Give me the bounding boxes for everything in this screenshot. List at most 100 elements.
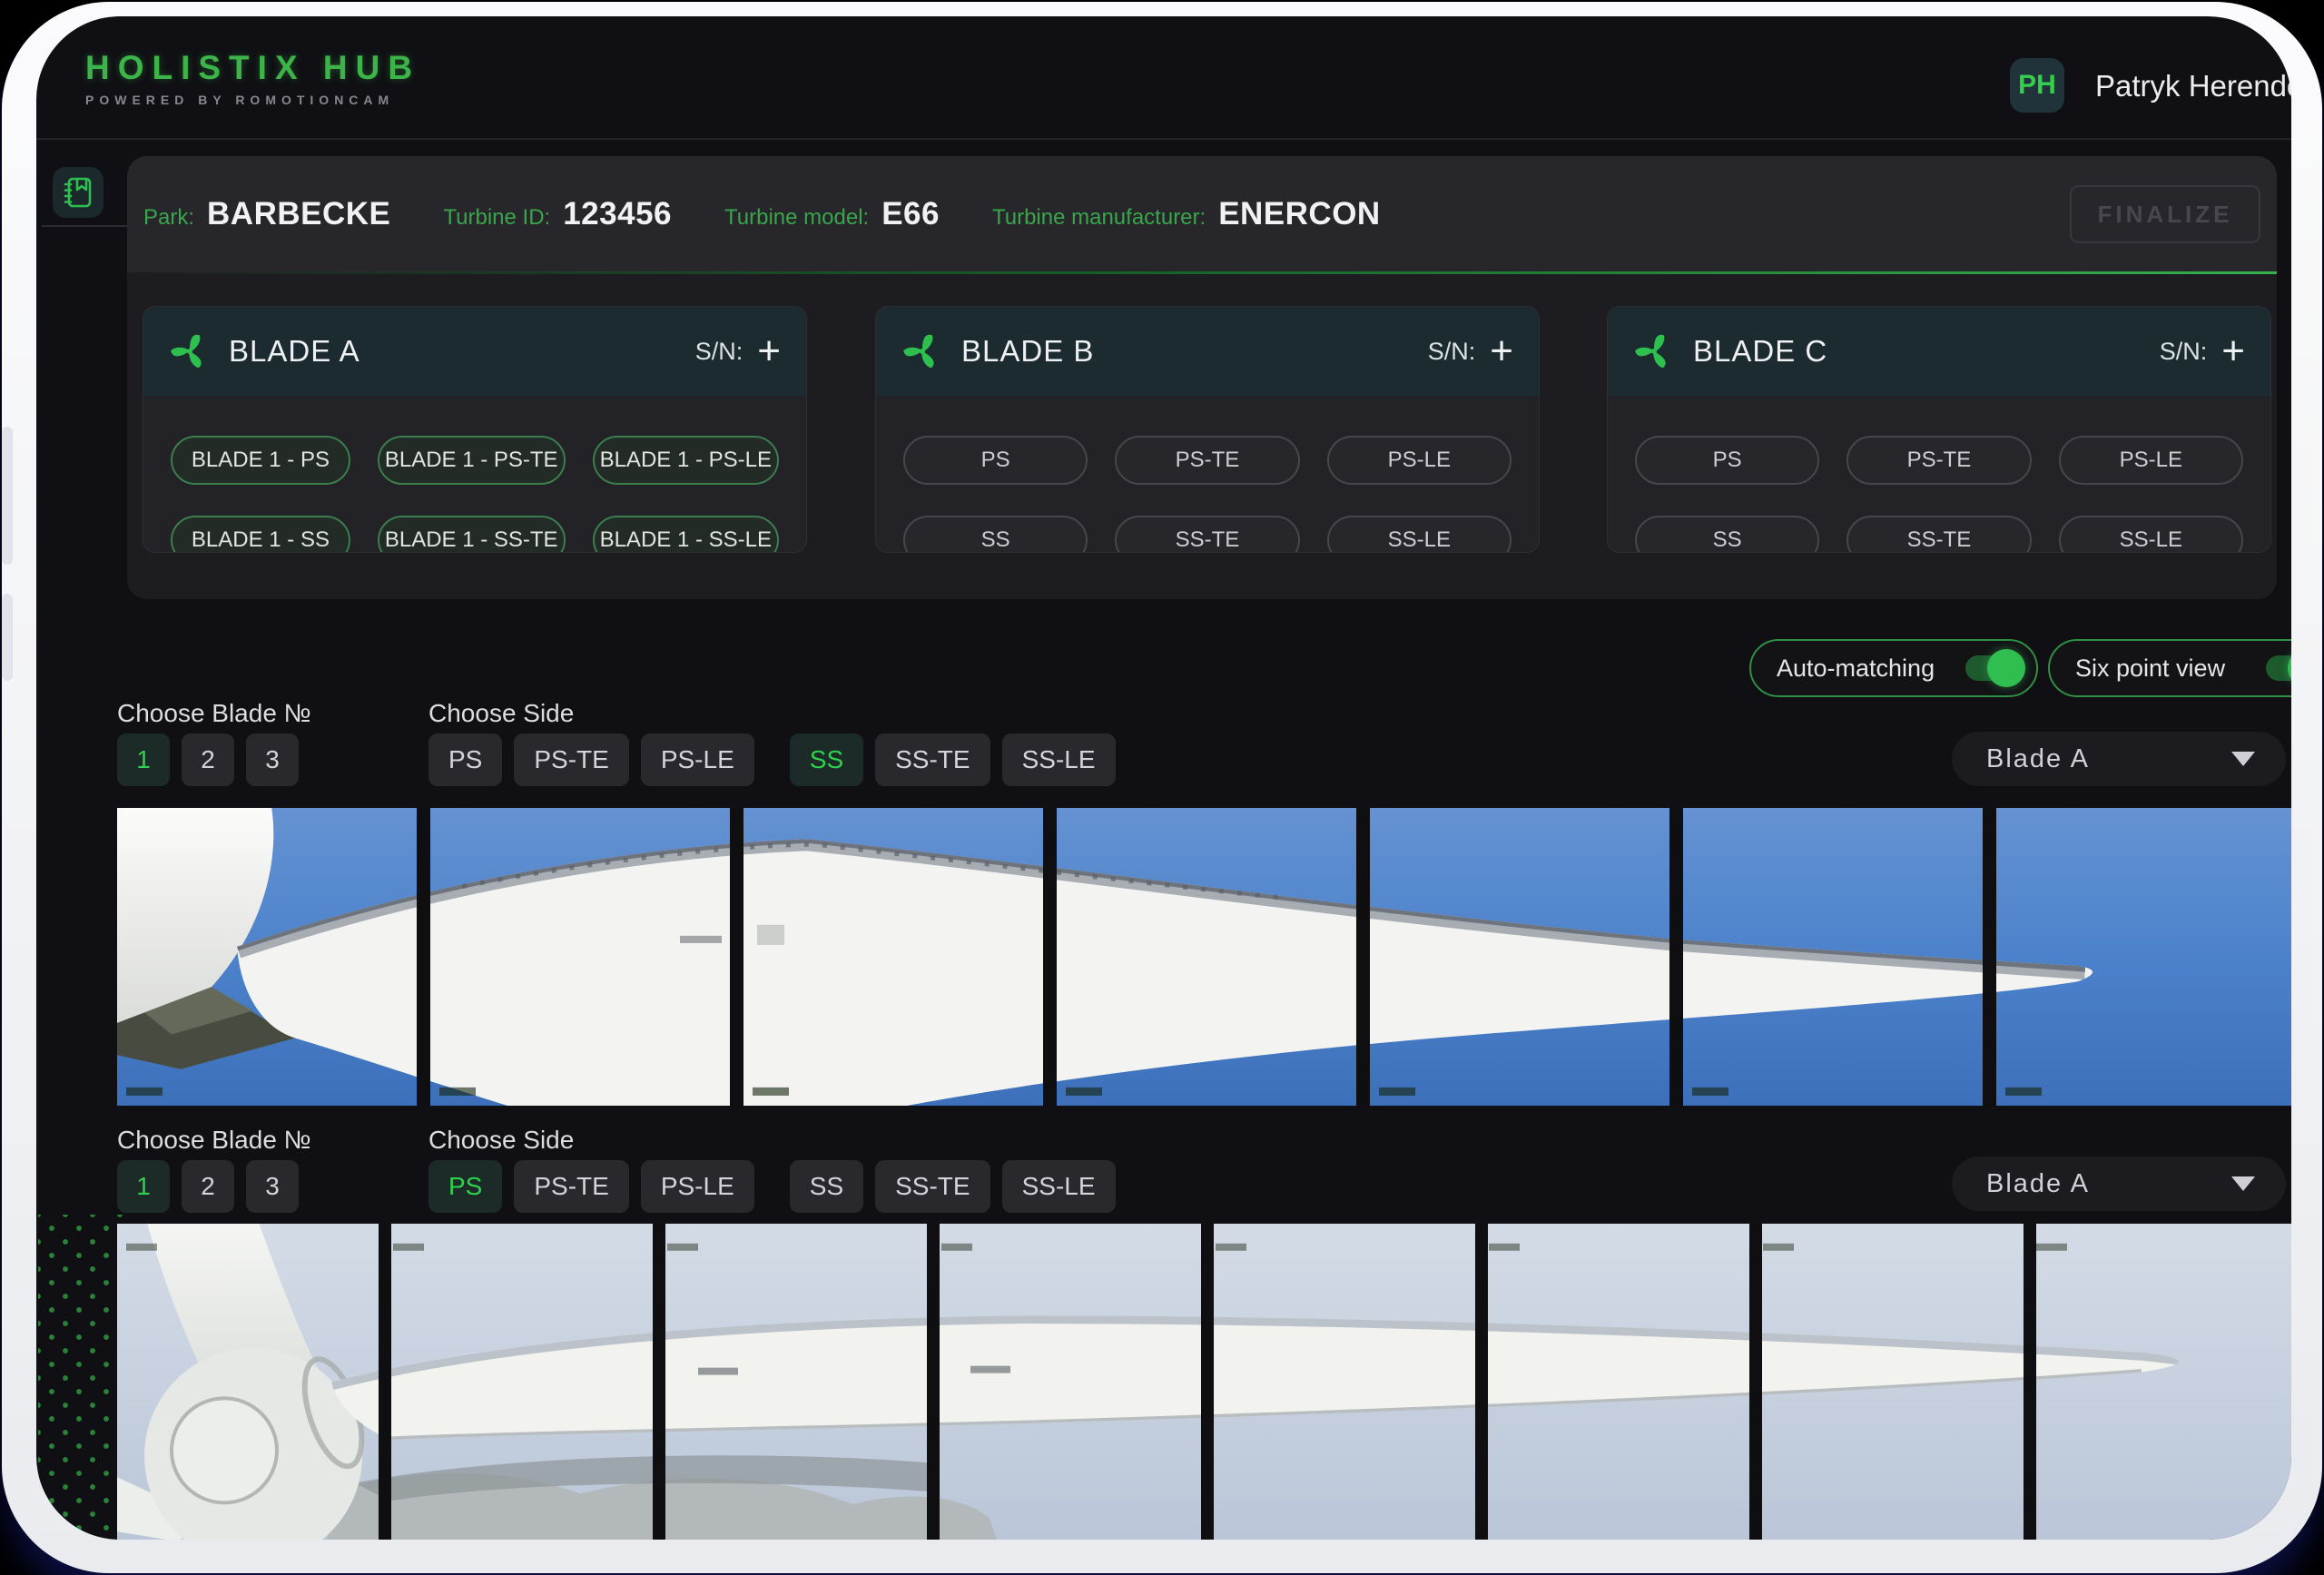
blade-chip-grid: PS PS-TE PS-LE SS SS-TE SS-LE [1608, 396, 2270, 553]
blade-number-button[interactable]: 1 [117, 1160, 170, 1213]
turbine-icon [901, 330, 943, 372]
dropdown-value: Blade A [1986, 1169, 2231, 1199]
tablet-side-button [2, 594, 13, 681]
chevron-down-icon [2231, 1176, 2255, 1191]
info-field-value: E66 [881, 196, 940, 232]
side-button[interactable]: PS-TE [514, 1160, 628, 1213]
blade-position-chip[interactable]: BLADE 1 - SS-TE [378, 516, 566, 553]
side-button[interactable]: PS [428, 733, 502, 786]
turbine-header-panel: Park: BARBECKE Turbine ID: 123456 Turbin… [127, 156, 2277, 599]
blade-position-chip[interactable]: PS-LE [2059, 436, 2243, 485]
blade-chip-grid: BLADE 1 - PS BLADE 1 - PS-TE BLADE 1 - PS-… [143, 396, 806, 553]
add-serial-button[interactable]: + [1490, 331, 1513, 371]
blade-position-chip[interactable]: SS-TE [1115, 516, 1299, 553]
blade-position-chip[interactable]: BLADE 1 - PS [171, 436, 350, 485]
side-button[interactable]: SS-LE [1002, 733, 1116, 786]
blade-position-chip[interactable]: SS [903, 516, 1088, 553]
chevron-down-icon [2231, 752, 2255, 766]
info-field-label: Turbine manufacturer: [992, 205, 1206, 231]
info-field-value: 123456 [563, 196, 672, 232]
turbine-icon [169, 330, 211, 372]
tile-gap-overlay [117, 1224, 2291, 1540]
topbar-divider [36, 138, 2291, 140]
side-button[interactable]: SS-TE [875, 733, 990, 786]
info-field-value: BARBECKE [207, 196, 390, 232]
side-button[interactable]: PS-LE [641, 733, 754, 786]
dropdown-value: Blade A [1986, 744, 2231, 774]
blade-position-chip[interactable]: SS-LE [1327, 516, 1512, 553]
user-avatar[interactable]: PH [2010, 58, 2064, 113]
app-screen: HOLISTIX HUB POWERED BY ROMOTIONCAM PH P… [36, 16, 2291, 1540]
side-buttons: PSPS-TEPS-LE SSSS-TESS-LE [428, 733, 1116, 786]
blade-position-chip[interactable]: PS [1635, 436, 1819, 485]
logo-subtitle: POWERED BY ROMOTIONCAM [85, 93, 420, 107]
serial-number-label: S/N: [1428, 338, 1476, 366]
auto-matching-toggle[interactable]: Auto-matching [1749, 639, 2038, 697]
info-field: Turbine manufacturer: ENERCON [992, 196, 1381, 232]
switch-knob [2288, 649, 2291, 687]
notebook-nav-button[interactable] [53, 167, 103, 218]
blade-number-buttons: 123 [117, 733, 299, 786]
blade-position-chip[interactable]: SS-TE [1846, 516, 2031, 553]
tablet-side-button [2, 427, 13, 565]
side-button[interactable]: SS-LE [1002, 1160, 1116, 1213]
blade-select-dropdown[interactable]: Blade A [1952, 1157, 2286, 1211]
blade-card-title: BLADE B [961, 334, 1094, 369]
blade-position-chip[interactable]: PS [903, 436, 1088, 485]
blade-position-chip[interactable]: BLADE 1 - PS-LE [593, 436, 779, 485]
info-field-label: Park: [143, 205, 194, 231]
side-button[interactable]: PS-LE [641, 1160, 754, 1213]
blade-number-button[interactable]: 1 [117, 733, 170, 786]
switch-track[interactable] [2266, 655, 2291, 681]
six-point-view-toggle[interactable]: Six point view [2048, 639, 2291, 697]
info-field: Park: BARBECKE [143, 196, 390, 232]
blade-position-chip[interactable]: BLADE 1 - PS-TE [378, 436, 566, 485]
info-field-label: Turbine model: [724, 205, 869, 231]
finalize-button[interactable]: FINALIZE [2070, 185, 2260, 243]
blade-position-chip[interactable]: BLADE 1 - SS [171, 516, 350, 553]
user-name: Patryk Herendot [2095, 69, 2291, 103]
side-buttons: PSPS-TEPS-LE SSSS-TESS-LE [428, 1160, 1116, 1213]
side-button[interactable]: PS [428, 1160, 502, 1213]
blade-card-header: BLADE C S/N: + [1608, 307, 2270, 396]
blade-number-button[interactable]: 3 [246, 1160, 299, 1213]
blade-number-button[interactable]: 2 [182, 733, 234, 786]
choose-blade-label: Choose Blade № [117, 1126, 311, 1155]
side-button[interactable]: SS [790, 1160, 863, 1213]
switch-track[interactable] [1965, 655, 2018, 681]
side-button[interactable]: PS-TE [514, 733, 628, 786]
toggle-label: Auto-matching [1777, 655, 1935, 683]
blade-position-chip[interactable]: SS-LE [2059, 516, 2243, 553]
blade-number-button[interactable]: 2 [182, 1160, 234, 1213]
serial-number-label: S/N: [2160, 338, 2208, 366]
blade-position-chip[interactable]: BLADE 1 - SS-LE [593, 516, 779, 553]
blade-position-chip[interactable]: PS-LE [1327, 436, 1512, 485]
blade-photo-strip-top[interactable] [117, 808, 2291, 1106]
blade-card-header: BLADE B S/N: + [876, 307, 1539, 396]
blade-card-title: BLADE A [229, 334, 360, 369]
add-serial-button[interactable]: + [2221, 331, 2245, 371]
info-field: Turbine ID: 123456 [443, 196, 672, 232]
side-button[interactable]: SS [790, 733, 863, 786]
side-button[interactable]: SS-TE [875, 1160, 990, 1213]
toggle-label: Six point view [2075, 655, 2225, 683]
blade-photo-strip-bottom[interactable] [117, 1224, 2291, 1540]
tablet-frame: HOLISTIX HUB POWERED BY ROMOTIONCAM PH P… [2, 2, 2322, 1573]
blade-card-c: BLADE C S/N: + PS PS-TE PS-LE SS SS-TE SS-LE [1607, 306, 2271, 553]
info-field-label: Turbine ID: [443, 205, 550, 231]
serial-number-label: S/N: [695, 338, 743, 366]
blade-position-chip[interactable]: PS-TE [1115, 436, 1299, 485]
add-serial-button[interactable]: + [757, 331, 781, 371]
blade-select-dropdown[interactable]: Blade A [1952, 732, 2286, 786]
blade-chip-grid: PS PS-TE PS-LE SS SS-TE SS-LE [876, 396, 1539, 553]
choose-blade-label: Choose Blade № [117, 699, 311, 728]
blade-position-chip[interactable]: SS [1635, 516, 1819, 553]
blade-position-chip[interactable]: PS-TE [1846, 436, 2031, 485]
blade-card-a: BLADE A S/N: + BLADE 1 - PS BLADE 1 - PS-… [143, 306, 807, 553]
blade-number-buttons: 123 [117, 1160, 299, 1213]
info-field-value: ENERCON [1218, 196, 1381, 232]
blade-number-button[interactable]: 3 [246, 733, 299, 786]
choose-side-label: Choose Side [428, 699, 574, 728]
info-field: Turbine model: E66 [724, 196, 940, 232]
turbine-info-bar: Park: BARBECKE Turbine ID: 123456 Turbin… [127, 156, 2277, 272]
